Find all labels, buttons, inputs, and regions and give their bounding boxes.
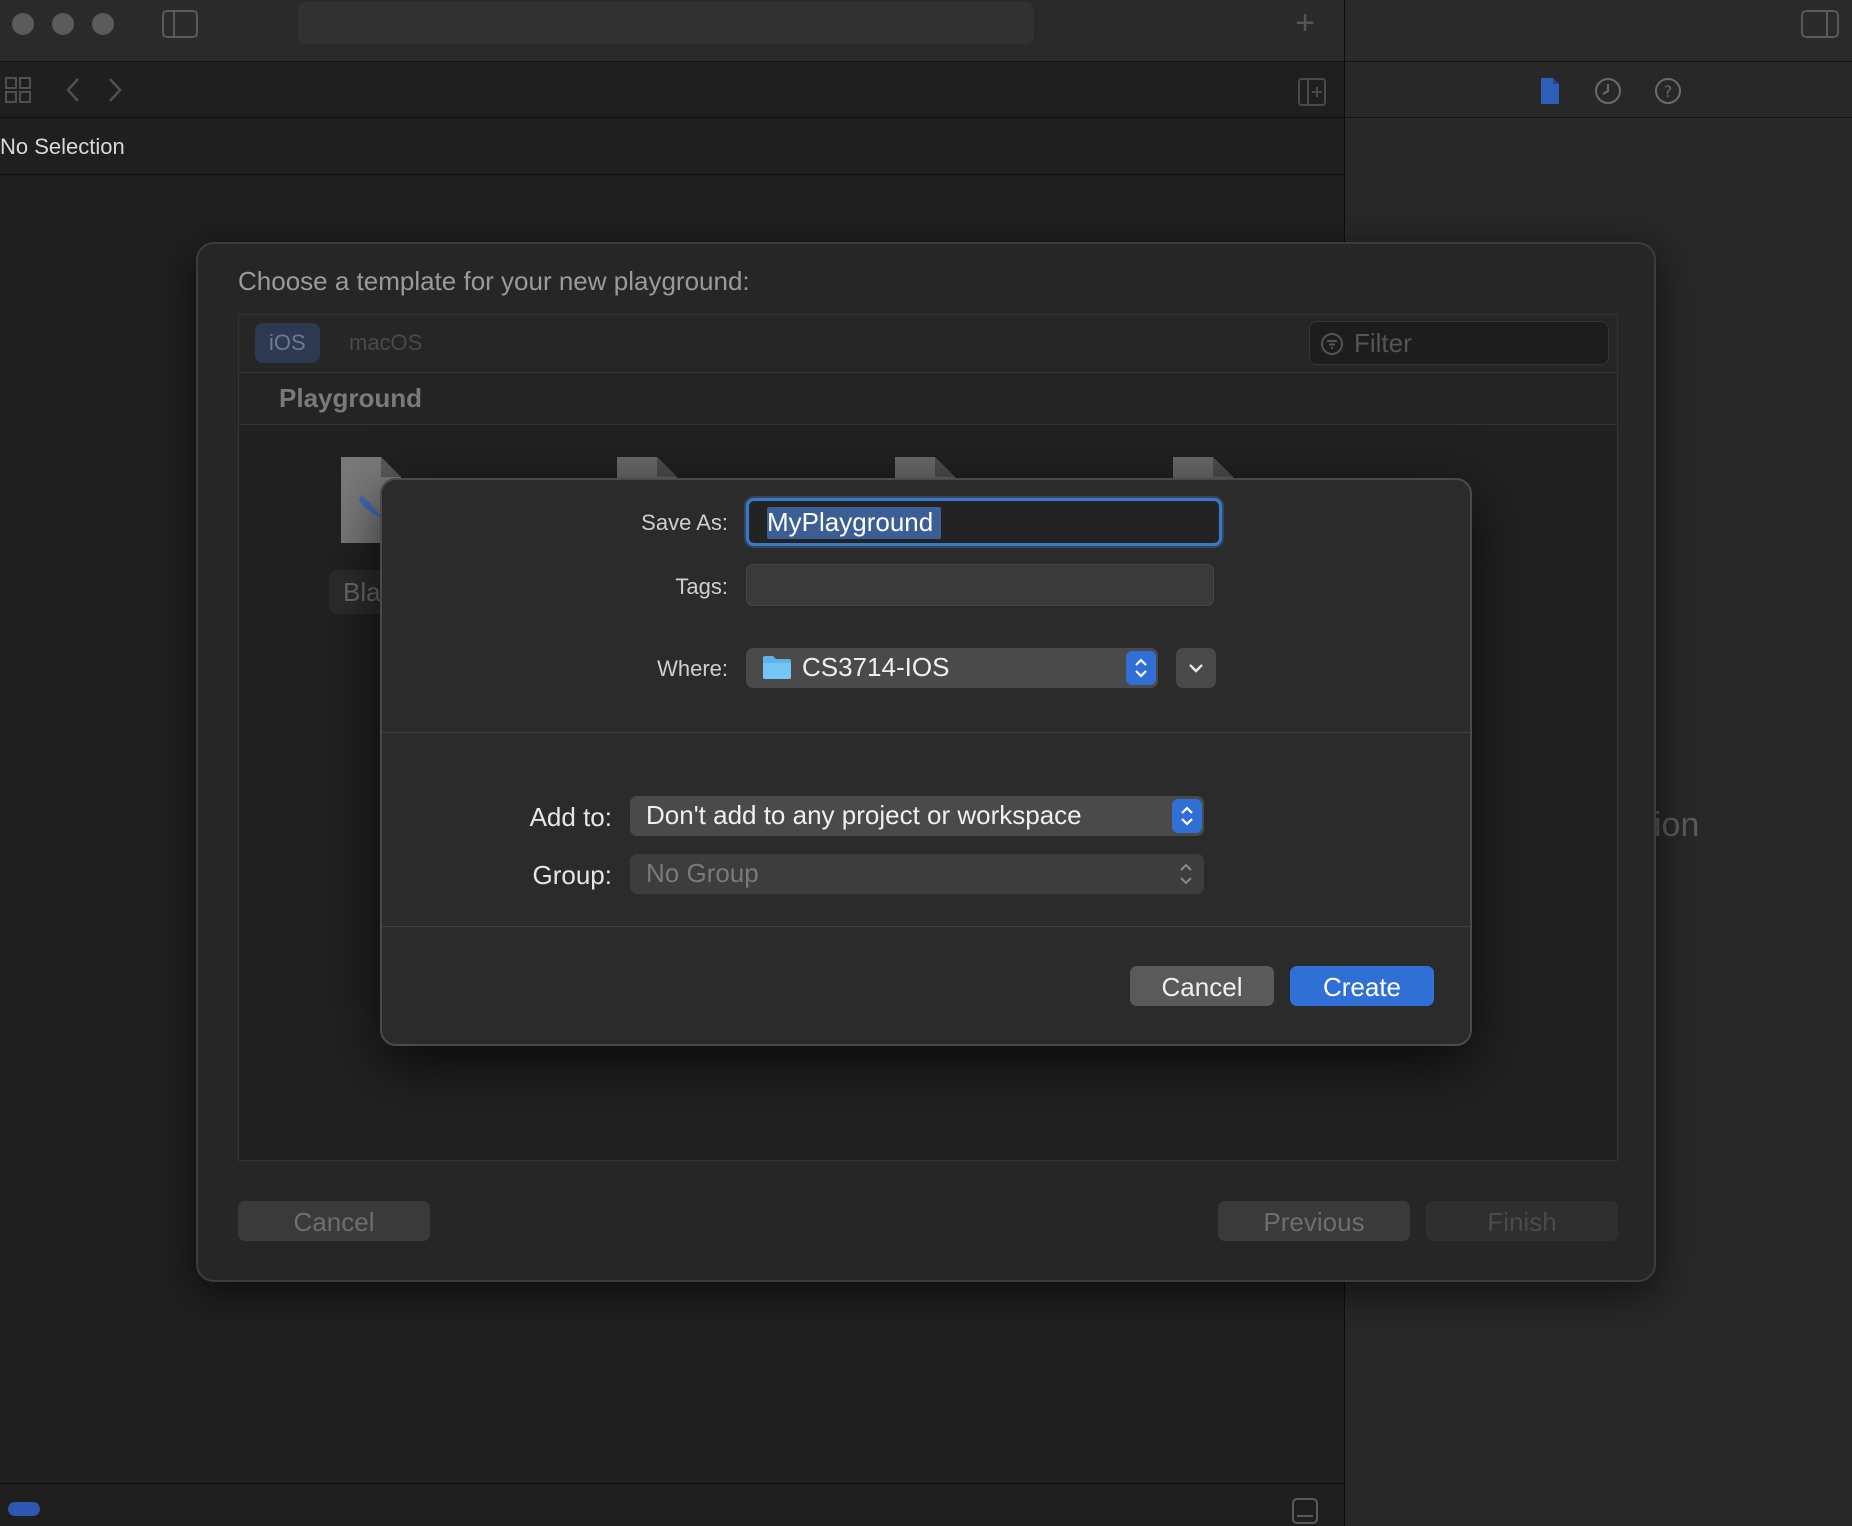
minimize-window-button[interactable] [52,13,74,35]
status-indicator [8,1502,40,1516]
sheet-cancel-button[interactable]: Cancel [238,1201,430,1241]
add-to-popup[interactable]: Don't add to any project or workspace [630,796,1204,836]
help-icon[interactable]: ? [1653,76,1683,106]
tags-field[interactable] [746,564,1214,606]
where-popup[interactable]: CS3714-IOS [746,648,1158,688]
inspector-tabs: ? [1345,62,1852,118]
tab-macos[interactable]: macOS [335,323,436,363]
history-icon[interactable] [1593,76,1623,106]
chevron-up-down-icon [1180,863,1192,885]
no-selection-label: No Selection [0,134,125,159]
platform-bar: iOS macOS [239,315,1617,373]
folder-icon [763,656,791,679]
debug-bar [0,1483,1344,1526]
save-as-input[interactable] [765,505,1205,539]
debug-area-toggle-icon[interactable] [1292,1498,1318,1524]
cancel-button[interactable]: Cancel [1130,966,1274,1006]
save-as-label: Save As: [641,510,728,535]
where-stepper[interactable] [1126,651,1156,685]
inspector-toggle-icon[interactable] [1801,10,1839,38]
activity-view [298,2,1034,44]
where-value: CS3714-IOS [802,652,950,682]
close-window-button[interactable] [12,13,34,35]
tab-ios[interactable]: iOS [255,323,320,363]
finish-button: Finish [1426,1201,1618,1241]
chevron-down-icon [1189,664,1203,673]
filter-field[interactable] [1309,321,1609,365]
add-to-label: Add to: [529,802,612,832]
add-editor-icon[interactable] [1298,78,1326,106]
jump-bar [0,62,1344,118]
expand-browser-button[interactable] [1176,648,1216,688]
group-label: Group: [532,860,613,890]
svg-text:?: ? [1664,82,1673,101]
filter-icon [1321,333,1343,355]
divider [382,732,1470,733]
file-inspector-icon[interactable] [1535,76,1565,106]
section-title: Playground [279,383,423,413]
where-label: Where: [657,656,728,681]
create-button[interactable]: Create [1290,966,1434,1006]
library-plus-button[interactable]: + [1290,6,1320,40]
add-to-stepper[interactable] [1172,799,1202,833]
group-value: No Group [646,858,759,888]
sidebar-toggle-icon[interactable] [162,10,198,38]
related-items-grid-icon[interactable] [4,76,32,104]
add-to-value: Don't add to any project or workspace [646,800,1082,830]
inspector-placeholder-text: ion [1654,806,1700,844]
chevron-up-down-icon [1135,658,1147,678]
forward-chevron-icon[interactable] [100,76,128,104]
sheet-heading: Choose a template for your new playgroun… [238,266,750,296]
previous-button[interactable]: Previous [1218,1201,1410,1241]
editor-header: No Selection [0,118,1344,175]
title-bar: + [0,0,1344,62]
save-as-field[interactable] [746,498,1222,546]
save-dialog: Save As: Tags: Where: CS3714-IOS Add to:… [380,478,1472,1046]
tags-label: Tags: [675,574,728,599]
chevron-up-down-icon [1181,806,1193,826]
back-chevron-icon[interactable] [60,76,88,104]
section-header: Playground [239,373,1617,425]
inspector-toolbar [1345,0,1852,62]
filter-input[interactable] [1352,326,1592,360]
group-popup: No Group [630,854,1204,894]
zoom-window-button[interactable] [92,13,114,35]
divider [382,926,1470,927]
